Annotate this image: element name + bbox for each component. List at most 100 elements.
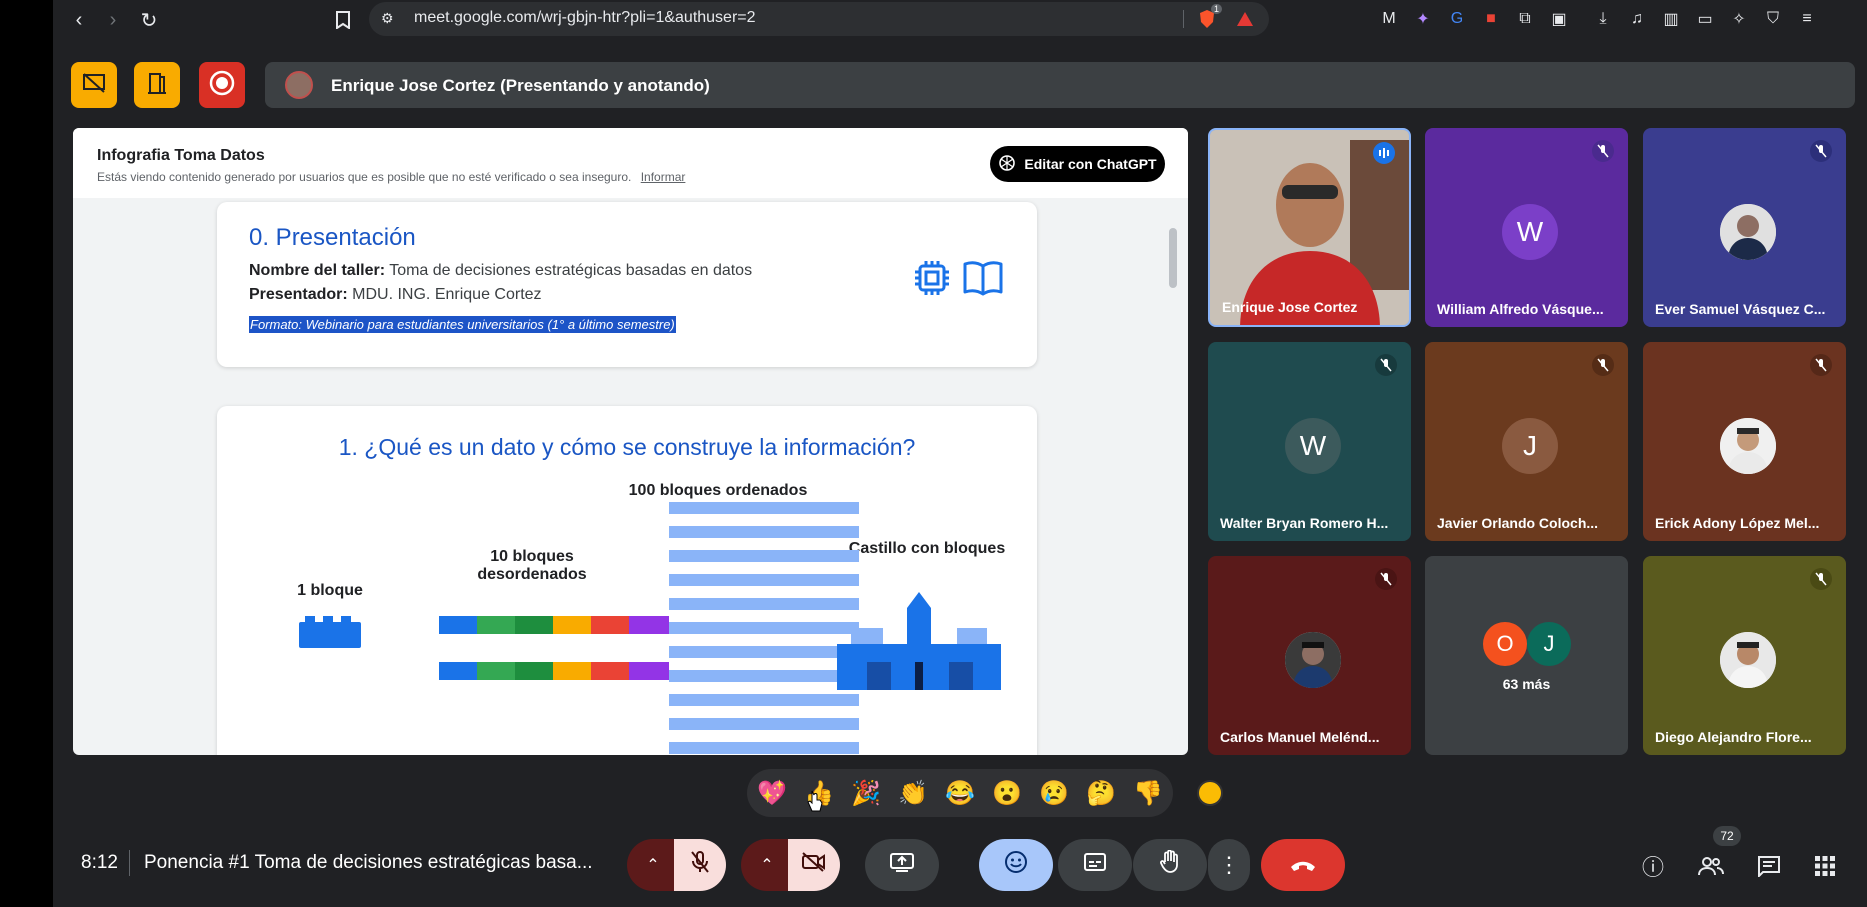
reaction-sad[interactable]: 😢 [1039,779,1069,809]
participant-avatar-letter: W [1502,204,1558,260]
participant-tile-more[interactable]: O J 63 más [1425,556,1628,755]
taller-line: Nombre del taller: Toma de decisiones es… [249,262,752,280]
participant-tile-walter[interactable]: W Walter Bryan Romero H... [1208,342,1411,541]
extensions-puzzle-icon[interactable]: ⧉ [1515,9,1535,29]
participant-tile-william[interactable]: W William Alfredo Vásque... [1425,128,1628,327]
url-text[interactable]: meet.google.com/wrj-gbjn-htr?pli=1&authu… [414,9,756,27]
brave-rewards-icon[interactable] [1235,9,1255,29]
scrollbar-thumb[interactable] [1169,228,1177,288]
divider [1183,10,1184,28]
reaction-party[interactable]: 🎉 [851,779,881,809]
content-warning-text: Estás viendo contenido generado por usua… [97,170,632,184]
extension-m-icon[interactable]: M [1379,9,1399,29]
reactions-button[interactable] [979,839,1053,891]
chip-icon [912,258,952,303]
chatgpt-icon [998,154,1016,175]
exit-annotations-button[interactable] [134,62,180,108]
download-icon[interactable]: ⤓ [1593,9,1613,29]
participant-tile-diego[interactable]: Diego Alejandro Flore... [1643,556,1846,755]
book-icon [963,260,1003,301]
content-warning: Estás viendo contenido generado por usua… [97,170,685,184]
microphone-button[interactable] [674,839,726,891]
participant-name: Erick Adony López Mel... [1655,515,1820,531]
sidebar-icon[interactable]: ▥ [1661,9,1681,29]
speaking-indicator-icon [1373,142,1395,164]
vpn-icon[interactable]: ⛉ [1763,9,1783,29]
leo-ai-icon[interactable]: ✧ [1729,9,1749,29]
translate-icon[interactable]: G [1447,9,1467,29]
participant-name: Diego Alejandro Flore... [1655,729,1812,745]
menu-icon[interactable]: ≡ [1797,9,1817,29]
music-icon[interactable]: ♫ [1627,9,1647,29]
raise-hand-button[interactable] [1133,839,1207,891]
taller-label: Nombre del taller: [249,262,386,279]
leave-call-button[interactable] [1261,839,1345,891]
participant-photo [1720,632,1776,688]
edit-with-chatgpt-button[interactable]: Editar con ChatGPT [990,146,1165,182]
audio-options-button[interactable]: ⌃ [627,839,679,891]
browser-toolbar: ‹ › ↻ ⚙ meet.google.com/wrj-gbjn-htr?pli… [53,0,1867,40]
more-participants-count: 63 más [1502,676,1551,692]
mic-off-icon [1592,140,1614,162]
extension-red-icon[interactable]: ■ [1481,9,1501,29]
participant-name: William Alfredo Vásque... [1437,301,1604,317]
participant-photo [1720,204,1776,260]
meeting-title: Ponencia #1 Toma de decisiones estratégi… [144,852,593,873]
participant-tile-ever[interactable]: Ever Samuel Vásquez C... [1643,128,1846,327]
back-icon[interactable]: ‹ [65,6,93,34]
reaction-laugh[interactable]: 😂 [945,779,975,809]
reaction-surprised[interactable]: 😮 [992,779,1022,809]
reload-icon[interactable]: ↻ [135,6,163,34]
presentation-area: Infografia Toma Datos Estás viendo conte… [73,128,1188,755]
reaction-thinking[interactable]: 🤔 [1086,779,1116,809]
presentation-scrollbar[interactable] [1169,204,1177,753]
recording-button[interactable] [199,62,245,108]
captions-icon [1083,852,1107,878]
mic-off-icon [1810,354,1832,376]
more-options-button[interactable]: ⋮ [1208,839,1250,891]
participant-name: Ever Samuel Vásquez C... [1655,301,1826,317]
brave-badge: 1 [1211,4,1223,14]
participant-tile-enrique[interactable]: Enrique Jose Cortez [1208,128,1411,327]
meeting-info-icon[interactable]: ⓘ [1639,852,1667,880]
mic-off-icon [690,850,710,880]
participant-tile-carlos[interactable]: Carlos Manuel Melénd... [1208,556,1411,755]
hand-icon [1159,849,1181,880]
site-info-icon[interactable]: ⚙ [381,10,394,27]
format-line-selected[interactable]: Formato: Webinario para estudiantes univ… [249,316,676,333]
people-icon[interactable] [1697,852,1725,880]
more-vert-icon: ⋮ [1218,852,1240,877]
participant-name: Enrique Jose Cortez [1222,299,1358,315]
ten-blocks [439,616,669,680]
reaction-sparkling-heart[interactable]: 💖 [757,779,787,809]
chat-icon[interactable] [1755,852,1783,880]
extension-purple-icon[interactable]: ✦ [1413,9,1433,29]
reaction-clap[interactable]: 👏 [898,779,928,809]
activities-grid-icon[interactable] [1811,852,1839,880]
chevron-up-icon: ⌃ [646,857,660,874]
taller-value: Toma de decisiones estratégicas basadas … [389,262,753,279]
section-0-card: 0. Presentación Nombre del taller: Toma … [217,202,1037,367]
screenshot-icon[interactable]: ▣ [1549,9,1569,29]
present-button[interactable] [865,839,939,891]
participant-name: Javier Orlando Coloch... [1437,515,1599,531]
presenter-line-label: Presentador: [249,286,348,303]
participant-tile-erick[interactable]: Erick Adony López Mel... [1643,342,1846,541]
stop-sharing-button[interactable] [71,62,117,108]
wallet-icon[interactable]: ▭ [1695,9,1715,29]
video-options-button[interactable]: ⌃ [741,839,793,891]
skin-tone-button[interactable] [1197,780,1223,806]
hang-up-icon [1289,852,1317,878]
bookmark-icon[interactable] [329,6,357,34]
report-link[interactable]: Informar [641,170,686,184]
camera-button[interactable] [788,839,840,891]
captions-button[interactable] [1058,839,1132,891]
reaction-thumbs-down[interactable]: 👎 [1133,779,1163,809]
forward-icon[interactable]: › [99,6,127,34]
door-icon [146,71,168,100]
divider [129,850,130,876]
participant-tile-javier[interactable]: J Javier Orlando Coloch... [1425,342,1628,541]
more-avatar-j: J [1527,622,1571,666]
mouse-cursor-icon [807,790,823,817]
participant-photo [1720,418,1776,474]
